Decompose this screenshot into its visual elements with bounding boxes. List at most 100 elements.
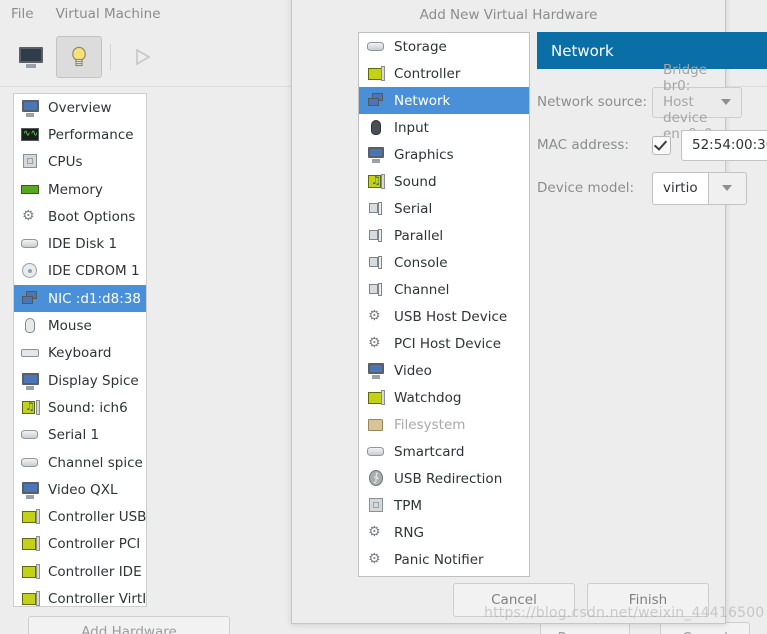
vm-hardware-list[interactable]: Overview Performance CPUs Memory ⚙ Boot … bbox=[13, 93, 147, 607]
device-item-label: PCI Host Device bbox=[394, 335, 502, 352]
device-item-storage[interactable]: Storage bbox=[359, 33, 529, 60]
folder-icon bbox=[367, 416, 385, 433]
hardware-item[interactable]: IDE CDROM 1 bbox=[14, 258, 146, 285]
hardware-item[interactable]: Memory bbox=[14, 176, 146, 203]
controller-card-icon bbox=[367, 65, 385, 82]
device-model-dropdown-button[interactable] bbox=[707, 171, 747, 205]
hardware-item[interactable]: Performance bbox=[14, 121, 146, 148]
mouse-icon bbox=[21, 317, 40, 335]
device-item-label: Controller bbox=[394, 65, 461, 82]
device-item-label: Storage bbox=[394, 38, 447, 55]
device-item-watchdog[interactable]: Watchdog bbox=[359, 384, 529, 411]
monitor-icon bbox=[21, 372, 40, 390]
device-model-input[interactable]: virtio bbox=[652, 171, 708, 205]
toolbar-separator bbox=[110, 43, 111, 70]
controller-card-icon bbox=[367, 389, 385, 406]
mac-address-checkbox[interactable] bbox=[652, 135, 671, 155]
performance-graph-icon bbox=[21, 126, 40, 144]
hard-disk-icon bbox=[367, 443, 385, 460]
hardware-item[interactable]: Serial 1 bbox=[14, 422, 146, 449]
hardware-item-nic[interactable]: NIC :d1:d8:38 bbox=[14, 285, 146, 313]
screen: File Virtual Machine Overview ∿∿ Perform… bbox=[0, 0, 767, 634]
device-item-usb-redirection[interactable]: ∱ USB Redirection bbox=[359, 465, 529, 492]
hardware-item[interactable]: Overview bbox=[14, 94, 146, 121]
hardware-item-label: Boot Options bbox=[48, 208, 136, 225]
hardware-item[interactable]: Controller PCI bbox=[14, 531, 146, 558]
hardware-item[interactable]: Controller VirtIO bbox=[14, 585, 146, 606]
hardware-item-label: Controller USB bbox=[48, 509, 147, 526]
device-model-combo[interactable]: virtio bbox=[652, 171, 747, 205]
device-item-video[interactable]: Video bbox=[359, 357, 529, 384]
controller-card-icon bbox=[21, 563, 40, 581]
device-item-label: TPM bbox=[394, 497, 423, 514]
network-settings-panel: Network Network source: Bridge br0: Host… bbox=[537, 32, 767, 214]
device-item-sound[interactable]: Sound bbox=[359, 168, 529, 195]
add-hardware-button[interactable]: Add Hardware bbox=[28, 616, 230, 634]
device-item-input[interactable]: Input bbox=[359, 114, 529, 141]
device-item-channel[interactable]: Channel bbox=[359, 276, 529, 303]
device-item-serial[interactable]: Serial bbox=[359, 195, 529, 222]
hardware-item-label: Video QXL bbox=[48, 481, 118, 498]
device-item-label: RNG bbox=[394, 524, 424, 541]
console-view-button[interactable] bbox=[8, 36, 54, 78]
monitor-icon bbox=[21, 481, 40, 499]
device-item-label: Parallel bbox=[394, 227, 444, 244]
device-item-rng[interactable]: ⚙ RNG bbox=[359, 519, 529, 546]
device-item-label: USB Host Device bbox=[394, 308, 508, 325]
memory-module-icon bbox=[21, 181, 40, 199]
hardware-item-label: Overview bbox=[48, 99, 112, 116]
hardware-item[interactable]: Sound: ich6 bbox=[14, 394, 146, 421]
device-item-label: Input bbox=[394, 119, 429, 136]
cdrom-disc-icon bbox=[21, 262, 40, 280]
hardware-item[interactable]: Display Spice bbox=[14, 367, 146, 394]
monitor-icon bbox=[18, 46, 44, 68]
hardware-item-label: Keyboard bbox=[48, 345, 112, 362]
device-item-controller[interactable]: Controller bbox=[359, 60, 529, 87]
add-hardware-dialog: Add New Virtual Hardware Storage Control… bbox=[291, 0, 767, 624]
hardware-item[interactable]: Mouse bbox=[14, 312, 146, 339]
device-item-smartcard[interactable]: Smartcard bbox=[359, 438, 529, 465]
menu-virtual-machine[interactable]: Virtual Machine bbox=[45, 3, 172, 25]
device-item-console[interactable]: Console bbox=[359, 249, 529, 276]
device-item-label: Panic Notifier bbox=[394, 551, 484, 568]
device-model-row: Device model: virtio bbox=[537, 171, 747, 205]
hardware-item[interactable]: IDE Disk 1 bbox=[14, 230, 146, 257]
device-item-pci-host-device[interactable]: ⚙ PCI Host Device bbox=[359, 330, 529, 357]
device-item-panic-notifier[interactable]: ⚙ Panic Notifier bbox=[359, 546, 529, 573]
device-item-graphics[interactable]: Graphics bbox=[359, 141, 529, 168]
details-view-button[interactable] bbox=[56, 35, 102, 78]
hardware-item[interactable]: Controller IDE bbox=[14, 558, 146, 585]
sound-card-icon bbox=[21, 399, 40, 417]
device-item-network[interactable]: Network bbox=[359, 87, 529, 114]
mac-address-row: MAC address: 52:54:00:30:7e:5e bbox=[537, 128, 767, 162]
run-vm-button[interactable] bbox=[119, 36, 165, 78]
device-item-label: Channel bbox=[394, 281, 450, 298]
device-item-tpm[interactable]: TPM bbox=[359, 492, 529, 519]
hardware-item[interactable]: Channel spice bbox=[14, 449, 146, 476]
hardware-item[interactable]: CPUs bbox=[14, 149, 146, 176]
serial-port-icon bbox=[21, 426, 40, 444]
dialog-title: Add New Virtual Hardware bbox=[419, 7, 598, 23]
device-item-filesystem: Filesystem bbox=[359, 411, 529, 438]
hardware-item[interactable]: Keyboard bbox=[14, 340, 146, 367]
network-source-select[interactable]: Bridge br0: Host device enp9s0 bbox=[652, 62, 742, 142]
network-card-icon bbox=[367, 92, 385, 109]
monitor-icon bbox=[367, 146, 385, 163]
device-type-list[interactable]: Storage Controller Network Input Graphic… bbox=[358, 32, 530, 577]
hardware-item-label: CPUs bbox=[48, 154, 83, 171]
hardware-item-label: Sound: ich6 bbox=[48, 399, 128, 416]
hardware-item-label: Performance bbox=[48, 126, 134, 143]
serial-port-icon bbox=[21, 454, 40, 472]
menu-file[interactable]: File bbox=[0, 3, 45, 25]
hardware-item[interactable]: Video QXL bbox=[14, 476, 146, 503]
hardware-item[interactable]: Controller USB bbox=[14, 503, 146, 530]
serial-port-icon bbox=[367, 254, 385, 271]
controller-card-icon bbox=[21, 590, 40, 606]
hardware-item[interactable]: ⚙ Boot Options bbox=[14, 203, 146, 230]
device-item-usb-host-device[interactable]: ⚙ USB Host Device bbox=[359, 303, 529, 330]
device-item-label: Serial bbox=[394, 200, 433, 217]
device-model-value: virtio bbox=[663, 180, 698, 196]
device-item-label: Console bbox=[394, 254, 448, 271]
device-item-parallel[interactable]: Parallel bbox=[359, 222, 529, 249]
mac-address-input[interactable]: 52:54:00:30:7e:5e bbox=[681, 129, 767, 161]
